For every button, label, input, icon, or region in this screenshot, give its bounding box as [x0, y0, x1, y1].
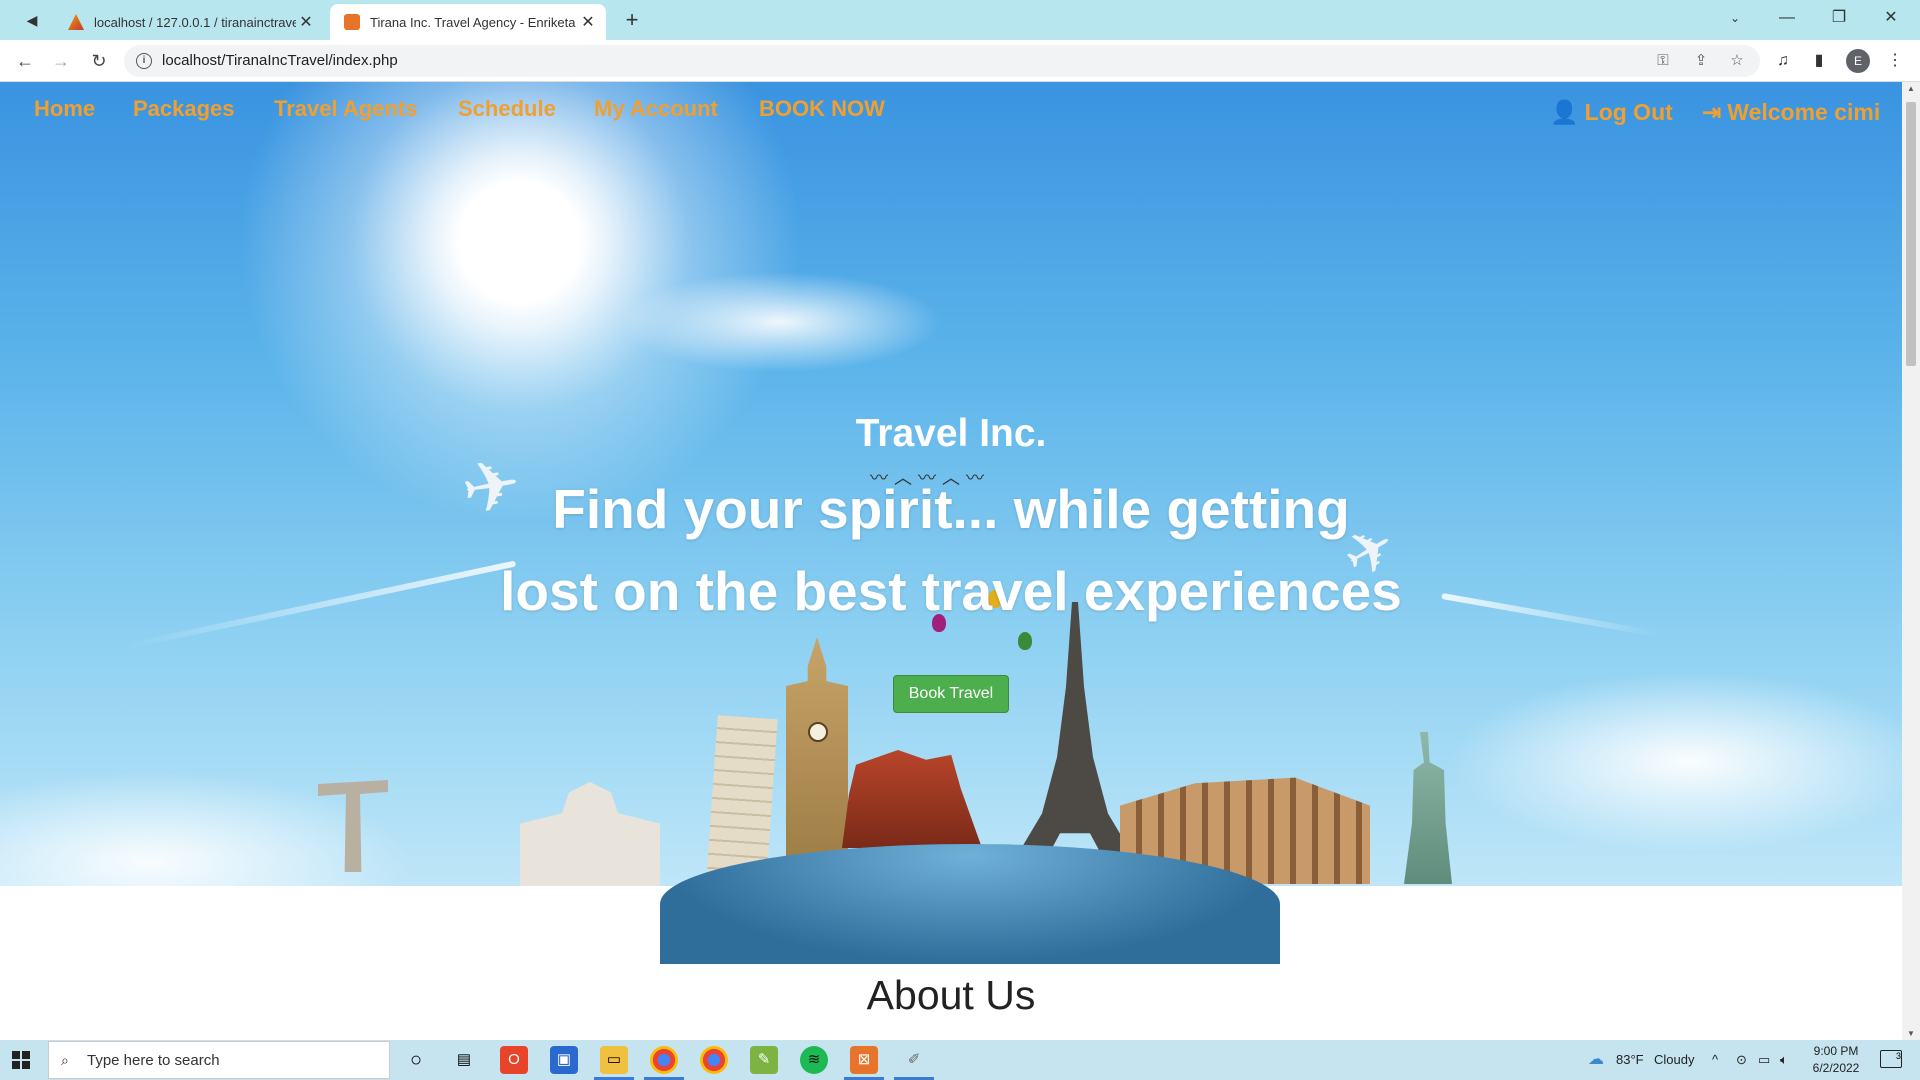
- about-us-heading: About Us: [866, 972, 1036, 1018]
- hot-air-balloon-icon: [1018, 632, 1032, 650]
- paint-icon[interactable]: ✐: [894, 1046, 934, 1080]
- taj-mahal: [520, 782, 660, 886]
- key-icon[interactable]: ⚿: [1652, 50, 1674, 72]
- notification-count: 3: [1895, 1051, 1901, 1061]
- weather-cloud-icon[interactable]: ☁: [1588, 1040, 1604, 1080]
- tab-title: localhost / 127.0.0.1 / tiranainctravel: [94, 14, 296, 30]
- clock-face-icon: [808, 722, 828, 742]
- restore-button[interactable]: ❐: [1814, 0, 1864, 36]
- weather-desc[interactable]: Cloudy: [1654, 1040, 1694, 1080]
- welcome-label: Welcome cimi: [1727, 99, 1881, 125]
- site-info-icon[interactable]: i: [136, 53, 152, 69]
- side-panel-icon[interactable]: ▮: [1808, 50, 1830, 72]
- sign-in-icon: ⇥: [1702, 99, 1722, 125]
- scrollbar-thumb[interactable]: [1906, 102, 1916, 366]
- tab-audio-icon[interactable]: ◀: [22, 10, 42, 30]
- reload-icon[interactable]: ↻: [86, 48, 112, 74]
- cortana-icon[interactable]: ○: [402, 1046, 430, 1074]
- notification-center-icon[interactable]: 3: [1880, 1050, 1902, 1068]
- page-viewport: ✈ ✈ 〰︿〰︿〰 Home Packages Travel Agents Sc…: [0, 82, 1902, 1040]
- address-bar[interactable]: i localhost/TiranaIncTravel/index.php ⚿ …: [124, 45, 1760, 77]
- nav-book-now[interactable]: BOOK NOW: [759, 96, 885, 122]
- spotify-icon[interactable]: ≋: [800, 1046, 828, 1074]
- taskbar-clock[interactable]: 9:00 PM 6/2/2022: [1806, 1043, 1866, 1077]
- minimize-button[interactable]: —: [1762, 0, 1812, 36]
- office-icon[interactable]: O: [500, 1046, 528, 1074]
- logout-label: Log Out: [1584, 99, 1673, 125]
- statue-of-liberty: [1404, 732, 1452, 884]
- profile-avatar[interactable]: E: [1846, 49, 1870, 73]
- hero-tagline-line-1: Find your spirit... while getting: [552, 478, 1350, 540]
- url-text[interactable]: localhost/TiranaIncTravel/index.php: [162, 45, 398, 77]
- network-icon[interactable]: ▭: [1758, 1040, 1770, 1080]
- windows-start-icon[interactable]: [12, 1051, 30, 1069]
- forward-icon[interactable]: →: [48, 48, 74, 74]
- share-icon[interactable]: ⇪: [1690, 50, 1712, 72]
- menu-icon[interactable]: ⋮: [1884, 50, 1906, 72]
- hero-section: ✈ ✈ 〰︿〰︿〰 Home Packages Travel Agents Sc…: [0, 82, 1902, 964]
- big-ben-tower: [786, 637, 848, 882]
- phpmyadmin-favicon-icon: [68, 14, 84, 30]
- media-control-icon[interactable]: ♫: [1772, 50, 1794, 72]
- page-scrollbar[interactable]: ▲ ▼: [1902, 82, 1920, 1040]
- task-view-icon[interactable]: ▤: [450, 1046, 478, 1074]
- chrome-icon[interactable]: [700, 1046, 728, 1074]
- new-tab-button[interactable]: +: [618, 6, 646, 34]
- store-icon[interactable]: ▣: [550, 1046, 578, 1074]
- nav-travel-agents[interactable]: Travel Agents: [274, 96, 417, 122]
- notepad-icon[interactable]: ✎: [750, 1046, 778, 1074]
- nav-schedule[interactable]: Schedule: [458, 96, 556, 122]
- tab-strip: ◀ localhost / 127.0.0.1 / tiranainctrave…: [0, 0, 1920, 40]
- search-icon: ⌕: [61, 1052, 69, 1068]
- bookmark-star-icon[interactable]: ☆: [1726, 50, 1748, 72]
- close-window-button[interactable]: ✕: [1866, 0, 1916, 36]
- nav-my-account[interactable]: My Account: [594, 96, 718, 122]
- tab-phpmyadmin[interactable]: localhost / 127.0.0.1 / tiranainctravel …: [54, 4, 324, 40]
- nav-packages[interactable]: Packages: [133, 96, 235, 122]
- clock-time: 9:00 PM: [1813, 1044, 1859, 1058]
- xampp-favicon-icon: [344, 14, 360, 30]
- book-travel-button[interactable]: Book Travel: [893, 675, 1009, 713]
- scroll-down-arrow-icon[interactable]: ▼: [1906, 1029, 1916, 1038]
- monument-valley-butte: [842, 750, 982, 848]
- welcome-link[interactable]: ⇥ Welcome cimi: [1702, 99, 1880, 126]
- site-brand: Travel Inc.: [855, 412, 1047, 455]
- windows-taskbar: ⌕ Type here to search ○ ▤ O ▣ ▭ ✎ ≋ ⊠ ✐ …: [0, 1040, 1920, 1080]
- user-icon: 👤: [1550, 99, 1579, 125]
- file-explorer-icon[interactable]: ▭: [594, 1046, 634, 1080]
- close-tab-icon[interactable]: ✕: [296, 12, 316, 32]
- logout-link[interactable]: 👤 Log Out: [1550, 99, 1673, 126]
- search-placeholder: Type here to search: [87, 1052, 220, 1069]
- earth-globe: [660, 844, 1280, 964]
- hero-tagline-line-2: lost on the best travel experiences: [500, 560, 1402, 622]
- taskbar-search-box[interactable]: ⌕ Type here to search: [48, 1041, 390, 1079]
- christ-redeemer-statue: [318, 780, 388, 872]
- close-tab-icon[interactable]: ✕: [578, 12, 598, 32]
- site-nav: Home Packages Travel Agents Schedule My …: [0, 82, 1902, 142]
- onedrive-icon[interactable]: ⊙: [1736, 1040, 1747, 1080]
- clock-date: 6/2/2022: [1812, 1061, 1860, 1075]
- tray-overflow-icon[interactable]: ^: [1712, 1040, 1718, 1080]
- back-icon[interactable]: ←: [12, 48, 38, 74]
- xampp-icon[interactable]: ⊠: [844, 1046, 884, 1080]
- browser-toolbar: ← → ↻ i localhost/TiranaIncTravel/index.…: [0, 40, 1920, 82]
- tab-travel-agency[interactable]: Tirana Inc. Travel Agency - Enriketa ✕: [330, 4, 606, 40]
- volume-icon[interactable]: 🔈︎: [1780, 1040, 1788, 1080]
- weather-temp[interactable]: 83°F: [1616, 1040, 1644, 1080]
- nav-home[interactable]: Home: [34, 96, 95, 122]
- tab-title: Tirana Inc. Travel Agency - Enriketa: [370, 14, 576, 30]
- scroll-up-arrow-icon[interactable]: ▲: [1906, 84, 1916, 93]
- tab-search-icon[interactable]: ⌄: [1710, 0, 1760, 36]
- hero-tagline: Find your spirit... while getting lost o…: [0, 468, 1902, 632]
- chrome-profile-icon[interactable]: [644, 1046, 684, 1080]
